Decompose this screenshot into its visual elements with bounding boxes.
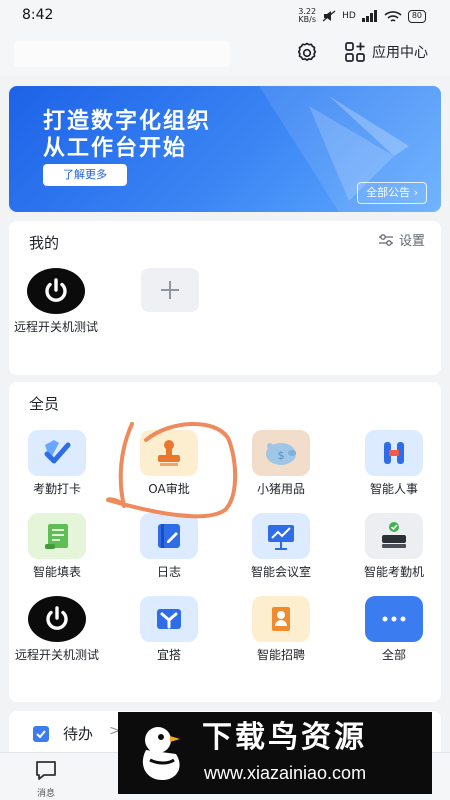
app-yida[interactable]: 宜搭 (119, 596, 219, 663)
app-label: 智能招聘 (256, 648, 305, 662)
app-label: 考勤打卡 (32, 482, 81, 496)
my-apps-settings-button[interactable]: 设置 (378, 230, 425, 249)
yida-icon (140, 596, 198, 642)
attendance-machine-icon (365, 513, 423, 559)
app-label: 全部 (381, 648, 406, 662)
settings-button[interactable] (294, 40, 320, 66)
journal-edit-icon (140, 513, 198, 559)
all-members-section: 全员 考勤打卡 OA审批 $ 小猪用品 智能人事 智能填表 日志 智能会议室 智… (9, 382, 441, 702)
app-piggy-supplies[interactable]: $ 小猪用品 (231, 430, 331, 497)
app-label: 远程开关机测试 (13, 320, 98, 334)
more-dots-icon (365, 596, 423, 642)
banner-title-line1: 打造数字化组织 (43, 109, 212, 134)
app-meeting-room[interactable]: 智能会议室 (231, 513, 331, 580)
watermark-title: 下载鸟资源 (202, 720, 367, 755)
recruit-icon (252, 596, 310, 642)
app-attendance[interactable]: 考勤打卡 (7, 430, 107, 497)
app-label: 智能人事 (369, 482, 418, 496)
app-recruit[interactable]: 智能招聘 (231, 596, 331, 663)
app-attendance-machine[interactable]: 智能考勤机 (344, 513, 444, 580)
my-apps-section: 我的 设置 远程开关机测试 (9, 221, 441, 375)
app-label: 小猪用品 (256, 482, 305, 496)
app-all[interactable]: 全部 (344, 596, 444, 663)
all-notices-button[interactable]: 全部公告 › (357, 182, 427, 204)
network-type: HD (342, 11, 356, 21)
status-time: 8:42 (22, 7, 54, 23)
muted-icon (322, 10, 336, 22)
tab-messages[interactable]: 消息 (26, 759, 66, 799)
todo-check-icon (33, 726, 49, 742)
hr-icon (365, 430, 423, 476)
todo-label: 待办 (63, 725, 94, 743)
app-center-label: 应用中心 (372, 45, 428, 61)
status-bar: 8:42 3.22 KB/s HD 80 (0, 0, 450, 32)
app-remote-power-mine[interactable]: 远程开关机测试 (6, 268, 106, 335)
gear-icon (297, 42, 317, 61)
signal-icon (361, 10, 377, 22)
banner-title-line2: 从工作台开始 (43, 136, 188, 161)
svg-text:$: $ (278, 449, 285, 462)
bird-logo-icon (142, 727, 180, 780)
app-center-button[interactable]: 应用中心 (344, 41, 428, 63)
chat-bubble-icon (36, 761, 56, 780)
net-speed: 3.22 KB/s (298, 8, 316, 24)
app-journal[interactable]: 日志 (119, 513, 219, 580)
app-label: 智能会议室 (250, 565, 311, 579)
watermark-url: www.xiazainiao.com (204, 763, 367, 783)
power-icon (27, 268, 85, 314)
app-oa-approval[interactable]: OA审批 (119, 430, 219, 497)
app-label: 智能填表 (32, 565, 81, 579)
net-speed-unit: KB/s (298, 15, 316, 24)
banner-title: 打造数字化组织 从工作台开始 (43, 108, 211, 162)
plus-icon (161, 281, 179, 299)
app-smart-form[interactable]: 智能填表 (7, 513, 107, 580)
tab-messages-label: 消息 (36, 789, 55, 799)
org-name-area[interactable] (14, 41, 230, 67)
header: 应用中心 (0, 32, 450, 76)
app-label: 日志 (156, 565, 181, 579)
wifi-icon (384, 10, 402, 22)
app-label: 宜搭 (156, 648, 181, 662)
power-icon (28, 596, 86, 642)
promo-banner[interactable]: 打造数字化组织 从工作台开始 了解更多 全部公告 › (9, 86, 441, 212)
app-smart-hr[interactable]: 智能人事 (344, 430, 444, 497)
learn-more-button[interactable]: 了解更多 (43, 164, 127, 186)
watermark-overlay: 下载鸟资源 www.xiazainiao.com (118, 712, 432, 794)
form-scroll-icon (28, 513, 86, 559)
app-label: OA审批 (148, 482, 190, 496)
check-shield-icon (28, 430, 86, 476)
piggy-bank-icon: $ (252, 430, 310, 476)
sliders-icon (378, 233, 393, 246)
stamp-icon (140, 430, 198, 476)
status-indicators: 3.22 KB/s HD 80 (298, 8, 426, 24)
my-apps-title: 我的 (29, 234, 60, 252)
meeting-screen-icon (252, 513, 310, 559)
app-label: 智能考勤机 (363, 565, 424, 579)
app-label: 远程开关机测试 (14, 648, 99, 662)
add-app-button[interactable] (141, 268, 199, 312)
app-remote-power[interactable]: 远程开关机测试 (7, 596, 107, 663)
all-members-title: 全员 (29, 395, 60, 413)
app-grid-icon (345, 42, 365, 62)
my-apps-settings-label: 设置 (398, 234, 425, 249)
battery-level: 80 (407, 9, 426, 23)
